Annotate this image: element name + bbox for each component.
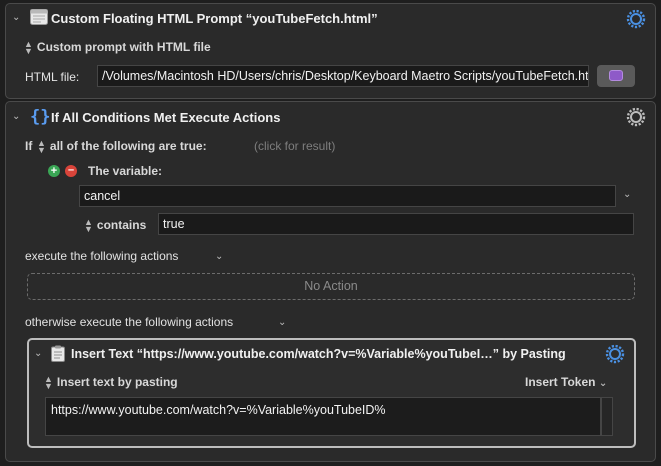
gear-icon[interactable]: [605, 344, 625, 364]
updown-icon: ▲ ▼: [84, 216, 93, 234]
add-condition-icon[interactable]: +: [48, 165, 60, 177]
else-label: otherwise execute the following actions: [25, 315, 234, 329]
updown-icon: ▲ ▼: [44, 373, 53, 391]
no-action-label: No Action: [304, 279, 358, 293]
insert-mode-popup[interactable]: ▲ ▼ Insert text by pasting: [44, 373, 178, 391]
insert-token-menu[interactable]: Insert Token ⌄: [525, 375, 607, 389]
updown-icon: ▲ ▼: [24, 38, 33, 56]
text-area-scrollbar[interactable]: [601, 397, 613, 436]
purple-folder-icon: [609, 70, 623, 81]
action-title[interactable]: If All Conditions Met Execute Actions: [51, 110, 280, 125]
collapse-chevron-icon[interactable]: ⌄: [12, 111, 20, 122]
insert-text-area[interactable]: https://www.youtube.com/watch?v=%Variabl…: [45, 397, 601, 436]
html-file-field[interactable]: /Volumes/Macintosh HD/Users/chris/Deskto…: [97, 65, 589, 87]
collapse-chevron-icon[interactable]: ⌄: [34, 348, 42, 359]
action-title[interactable]: Insert Text “https://www.youtube.com/wat…: [71, 347, 566, 361]
no-action-dropzone[interactable]: No Action: [27, 273, 635, 300]
window-icon: [30, 9, 48, 25]
variable-name-field[interactable]: cancel: [79, 185, 616, 207]
action-title[interactable]: Custom Floating HTML Prompt “youTubeFetc…: [51, 11, 378, 26]
clipboard-icon: [51, 345, 65, 362]
html-file-label: HTML file:: [25, 70, 80, 84]
chevron-down-icon: ⌄: [598, 378, 608, 389]
updown-icon: ▲ ▼: [37, 137, 46, 155]
condition-mode-popup[interactable]: ▲ ▼ all of the following are true:: [37, 137, 207, 155]
gear-icon[interactable]: [626, 9, 646, 29]
condition-value-field[interactable]: true: [158, 213, 634, 235]
remove-condition-icon[interactable]: –: [65, 165, 77, 177]
prompt-mode-popup[interactable]: ▲ ▼ Custom prompt with HTML file: [24, 38, 211, 56]
gear-icon[interactable]: [626, 107, 646, 127]
action-if-conditions: ⌄ {} If All Conditions Met Execute Actio…: [5, 101, 656, 462]
operator-popup[interactable]: ▲ ▼ contains: [84, 216, 146, 234]
variable-dropdown-icon[interactable]: ⌄: [623, 189, 631, 200]
action-insert-text[interactable]: ⌄ Insert Text “https://www.youtube.com/w…: [27, 338, 636, 448]
action-html-prompt: ⌄ Custom Floating HTML Prompt “youTubeFe…: [5, 3, 656, 99]
choose-file-button[interactable]: [597, 65, 635, 87]
if-label: If: [25, 139, 33, 153]
result-hint[interactable]: (click for result): [254, 139, 335, 153]
else-chevron-icon[interactable]: ⌄: [278, 317, 286, 328]
braces-icon: {}: [30, 107, 51, 127]
then-label: execute the following actions: [25, 249, 179, 263]
collapse-chevron-icon[interactable]: ⌄: [12, 12, 20, 23]
then-chevron-icon[interactable]: ⌄: [215, 251, 223, 262]
condition-type-label[interactable]: The variable:: [88, 164, 162, 178]
